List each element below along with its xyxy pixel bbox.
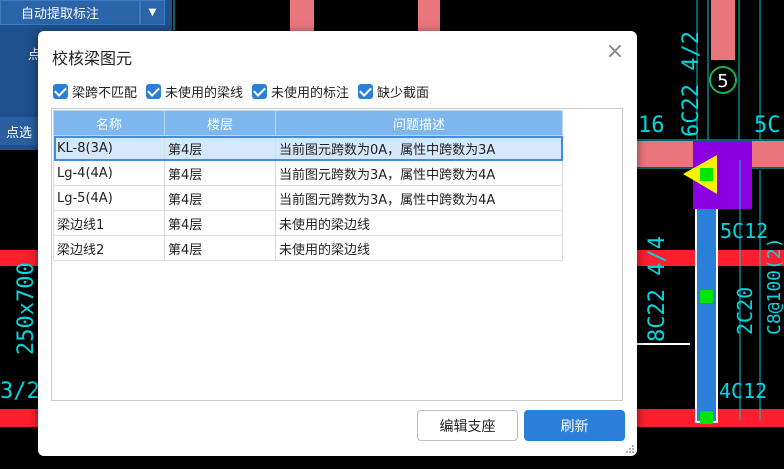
checkbox-checked-icon[interactable] <box>146 83 162 99</box>
filter-label: 未使用的标注 <box>271 85 350 101</box>
dialog-title: 校核梁图元 <box>52 49 133 68</box>
cell-description[interactable]: 未使用的梁边线 <box>275 235 563 261</box>
table-row[interactable]: 梁边线2 第4层 未使用的梁边线 <box>53 235 563 261</box>
cell-description[interactable]: 当前图元跨数为3A，属性中跨数为4A <box>275 185 563 211</box>
rebar-label: 5C <box>754 113 781 138</box>
rebar-label: 5C12 <box>720 219 768 243</box>
cell-name[interactable]: 梁边线2 <box>53 235 165 261</box>
filter-label: 梁跨不匹配 <box>72 85 138 101</box>
cell-floor[interactable]: 第4层 <box>164 135 276 161</box>
checkbox-checked-icon[interactable] <box>252 83 268 99</box>
rebar-label: 2C20 <box>733 287 757 335</box>
table-row[interactable]: 梁边线1 第4层 未使用的梁边线 <box>53 210 563 236</box>
resize-grip-icon[interactable] <box>626 445 634 453</box>
filter-span-mismatch[interactable]: 梁跨不匹配 <box>53 82 137 101</box>
cell-description[interactable]: 当前图元跨数为0A，属性中跨数为3A <box>275 135 563 161</box>
cell-description[interactable]: 未使用的梁边线 <box>275 210 563 236</box>
column-header-description[interactable]: 问题描述 <box>275 110 563 136</box>
filter-label: 缺少截面 <box>377 85 430 101</box>
filter-missing-section[interactable]: 缺少截面 <box>358 82 429 101</box>
column-header-floor[interactable]: 楼层 <box>164 110 276 136</box>
column-top-1 <box>290 0 314 32</box>
refresh-button[interactable]: 刷新 <box>524 410 625 441</box>
green-grip[interactable] <box>700 290 713 303</box>
rebar-label: 3/2 <box>0 379 40 404</box>
rebar-label: 8C22 4/4 <box>645 236 670 342</box>
table-row[interactable]: Lg-5(4A) 第4层 当前图元跨数为3A，属性中跨数为4A <box>53 185 563 211</box>
red-beam-bottom <box>0 409 38 427</box>
results-table: 名称 楼层 问题描述 KL-8(3A) 第4层 当前图元跨数为0A，属性中跨数为… <box>53 110 563 261</box>
edit-support-button[interactable]: 编辑支座 <box>417 410 518 441</box>
table-header: 名称 楼层 问题描述 <box>53 110 563 136</box>
cell-floor[interactable]: 第4层 <box>164 210 276 236</box>
rebar-label: 6C22 4/2 <box>679 31 704 137</box>
checkbox-checked-icon[interactable] <box>53 83 68 99</box>
chevron-down-icon[interactable]: ▼ <box>140 0 165 25</box>
checkbox-checked-icon[interactable] <box>358 83 374 99</box>
rebar-label: 16 <box>638 113 665 138</box>
cell-name[interactable]: Lg-4(4A) <box>53 160 165 186</box>
column-top-2 <box>418 0 440 32</box>
cell-name[interactable]: KL-8(3A) <box>53 135 165 161</box>
filter-unused-labels[interactable]: 未使用的标注 <box>252 82 349 101</box>
green-grip[interactable] <box>700 411 713 424</box>
cell-name[interactable]: 梁边线1 <box>53 210 165 236</box>
point-select-button[interactable]: 点选 <box>0 117 40 145</box>
table-row[interactable]: KL-8(3A) 第4层 当前图元跨数为0A，属性中跨数为3A <box>53 135 563 161</box>
cell-floor[interactable]: 第4层 <box>164 185 276 211</box>
cell-floor[interactable]: 第4层 <box>164 160 276 186</box>
check-beam-dialog: 校核梁图元 × 梁跨不匹配 未使用的梁线 未使用的标注 缺少截面 名称 楼层 问… <box>38 31 637 456</box>
beam-section-label: 250x700 <box>14 262 39 355</box>
column-top-3 <box>711 0 735 60</box>
filter-label: 未使用的梁线 <box>165 85 244 101</box>
axis-marker-label: 5 <box>717 71 728 92</box>
cell-name[interactable]: Lg-5(4A) <box>53 185 165 211</box>
close-icon[interactable]: × <box>605 41 625 63</box>
cell-floor[interactable]: 第4层 <box>164 235 276 261</box>
table-row[interactable]: Lg-4(4A) 第4层 当前图元跨数为3A，属性中跨数为4A <box>53 160 563 186</box>
auto-extract-label-button[interactable]: 自动提取标注 <box>0 0 140 25</box>
filter-unused-beam-lines[interactable]: 未使用的梁线 <box>146 82 243 101</box>
filter-checkboxes: 梁跨不匹配 未使用的梁线 未使用的标注 缺少截面 <box>53 81 438 101</box>
cell-description[interactable]: 当前图元跨数为3A，属性中跨数为4A <box>275 160 563 186</box>
green-grip[interactable] <box>700 168 713 181</box>
rebar-label: C8@100(2) <box>764 237 784 335</box>
rebar-label: 4C12 <box>719 379 767 403</box>
column-header-name[interactable]: 名称 <box>53 110 165 136</box>
